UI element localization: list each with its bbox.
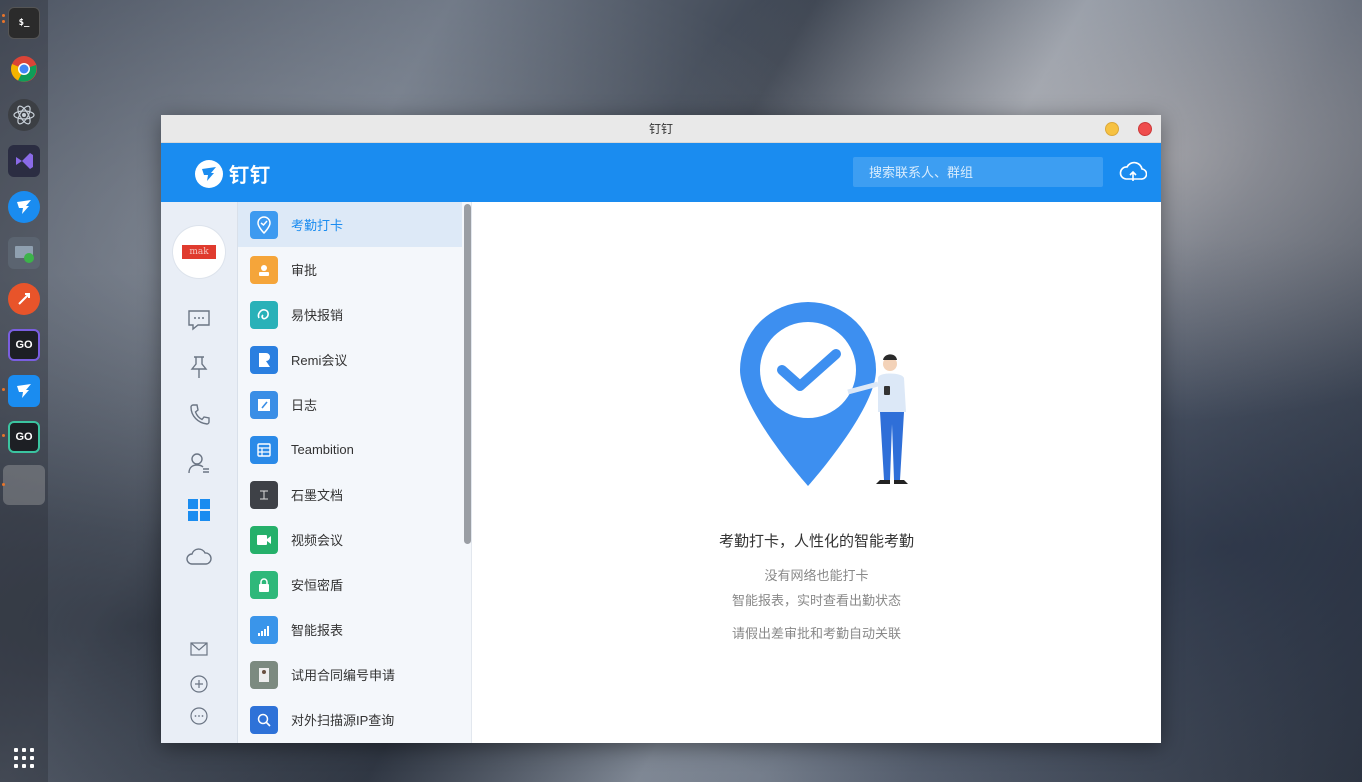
remi-icon: [250, 345, 278, 374]
logo: 钉钉: [195, 159, 271, 188]
app-label: 石墨文档: [291, 488, 344, 503]
goland-icon-2[interactable]: GO: [8, 421, 40, 453]
approval-icon: [250, 255, 278, 284]
app-label: 对外扫描源IP查询: [291, 713, 395, 728]
app-item-lock[interactable]: 安恒密盾: [238, 562, 462, 607]
add-icon[interactable]: [186, 671, 212, 697]
reimburse-icon: [250, 300, 278, 329]
report-icon: [250, 615, 278, 644]
window-title: 钉钉: [648, 122, 673, 136]
window-body: mak 考勤打卡 审批 易快报销 Remi会议 日志 Teambition 石墨…: [161, 202, 1161, 743]
visual-studio-icon[interactable]: [8, 145, 40, 177]
avatar[interactable]: mak: [173, 226, 225, 278]
blank-app-icon[interactable]: [3, 465, 45, 505]
teambition-icon: [250, 435, 278, 464]
app-item-log[interactable]: 日志: [238, 382, 462, 427]
video-call-icon: [250, 525, 278, 554]
attendance-illustration: [740, 302, 908, 486]
app-label: 易快报销: [291, 308, 344, 323]
main-content: 考勤打卡，人性化的智能考勤 没有网络也能打卡 智能报表，实时查看出勤状态 请假出…: [472, 202, 1161, 743]
dingtalk-icon-2[interactable]: [8, 375, 40, 407]
contacts-icon[interactable]: [186, 450, 212, 476]
feature-line-3: 请假出差审批和考勤自动关联: [731, 626, 901, 641]
app-item-scan[interactable]: 对外扫描源IP查询: [238, 697, 462, 742]
feature-line-2: 智能报表，实时查看出勤状态: [731, 593, 901, 608]
search-input[interactable]: [853, 157, 1103, 187]
logo-text: 钉钉: [229, 165, 271, 187]
terminal-icon[interactable]: $_: [8, 7, 40, 39]
app-label: 审批: [291, 263, 318, 278]
app-label: Teambition: [291, 442, 354, 457]
app-header: 钉钉: [161, 143, 1161, 202]
remote-desktop-icon[interactable]: [8, 237, 40, 269]
avatar-tag: mak: [182, 245, 216, 259]
app-list-scrollbar[interactable]: [464, 204, 471, 544]
close-button[interactable]: [1138, 122, 1152, 136]
nav-sidebar: mak: [161, 202, 238, 743]
log-icon: [250, 390, 278, 419]
more-icon[interactable]: [186, 703, 212, 729]
app-item-reimburse[interactable]: 易快报销: [238, 292, 462, 337]
app-grid-icon[interactable]: [14, 748, 34, 768]
dingtalk-window: 钉钉 钉钉 mak: [161, 115, 1161, 743]
app-label: 日志: [291, 398, 318, 413]
postman-icon[interactable]: [8, 283, 40, 315]
dock: $_ GO GO: [0, 0, 48, 782]
dingtalk-icon[interactable]: [8, 191, 40, 223]
location-check-icon: [250, 210, 278, 239]
titlebar: 钉钉: [161, 115, 1161, 143]
mail-icon[interactable]: [186, 636, 212, 662]
minimize-button[interactable]: [1105, 122, 1119, 136]
workbench-icon[interactable]: [186, 497, 212, 523]
cloud-icon[interactable]: [186, 544, 212, 570]
app-label: 视频会议: [291, 533, 344, 548]
dingtalk-logo-icon: [195, 159, 223, 188]
app-item-attendance[interactable]: 考勤打卡: [238, 202, 462, 247]
app-label: 试用合同编号申请: [291, 668, 396, 683]
atom-icon[interactable]: [8, 99, 40, 131]
lock-icon: [250, 570, 278, 599]
app-item-approval[interactable]: 审批: [238, 247, 462, 292]
phone-icon[interactable]: [186, 402, 212, 428]
cloud-upload-icon[interactable]: [1119, 159, 1148, 185]
chrome-icon[interactable]: [8, 53, 40, 85]
goland-icon[interactable]: GO: [8, 329, 40, 361]
app-item-remi[interactable]: Remi会议: [238, 337, 462, 382]
pin-icon[interactable]: [186, 354, 212, 380]
app-list: 考勤打卡 审批 易快报销 Remi会议 日志 Teambition 石墨文档 视…: [238, 202, 472, 743]
app-item-contract[interactable]: 试用合同编号申请: [238, 652, 462, 697]
app-label: Remi会议: [291, 353, 348, 368]
app-item-shimo[interactable]: 石墨文档: [238, 472, 462, 517]
app-item-video-call[interactable]: 视频会议: [238, 517, 462, 562]
chat-icon[interactable]: [186, 307, 212, 333]
contract-icon: [250, 660, 278, 689]
scan-icon: [250, 705, 278, 734]
app-item-report[interactable]: 智能报表: [238, 607, 462, 652]
app-label: 考勤打卡: [291, 218, 344, 233]
shimo-icon: [250, 480, 278, 509]
app-label: 安恒密盾: [291, 578, 344, 593]
app-item-teambition[interactable]: Teambition: [238, 427, 462, 472]
feature-line-1: 没有网络也能打卡: [764, 568, 869, 583]
main-title: 考勤打卡，人性化的智能考勤: [718, 533, 914, 550]
app-label: 智能报表: [291, 623, 344, 638]
